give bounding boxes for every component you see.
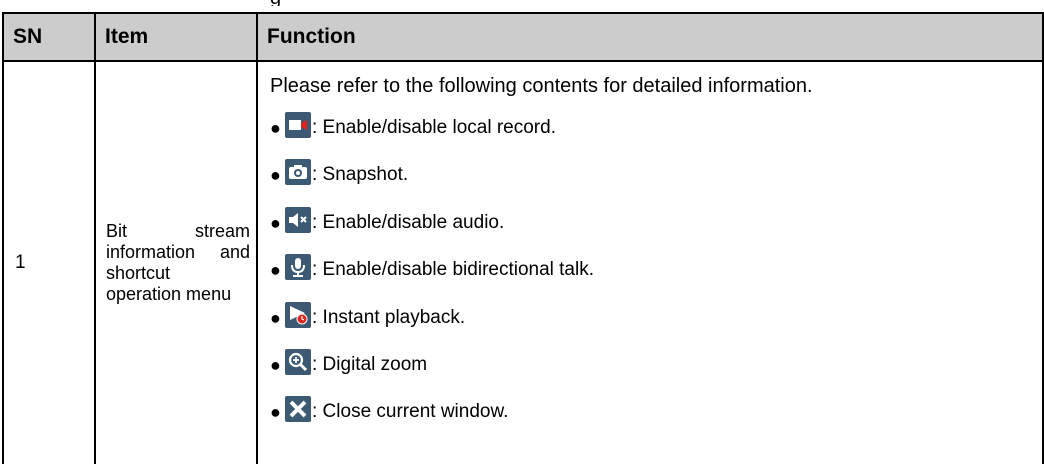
- record-icon: [285, 112, 311, 138]
- bullet: ●: [270, 307, 281, 328]
- microphone-icon: [285, 254, 311, 281]
- bullet: ●: [270, 118, 281, 138]
- bullet: ●: [270, 212, 281, 233]
- instant-playback-icon: [285, 301, 311, 328]
- list-item: ● : Enable/disable audio.: [270, 206, 1042, 236]
- list-item: ● : Enable/disable bidirectional talk.: [270, 254, 1042, 283]
- list-item-label: : Enable/disable audio.: [312, 211, 505, 233]
- list-item: ● : Instant playback.: [270, 301, 1042, 331]
- digital-zoom-icon: [285, 348, 311, 375]
- item-text: Bit stream information and shortcut oper…: [106, 221, 250, 304]
- list-item: ● : Snapshot.: [270, 159, 1042, 188]
- cut-off-text: g: [270, 0, 281, 6]
- header-sn: SN: [2, 12, 96, 62]
- table-row: 1 Bit stream information and shortcut op…: [2, 60, 1044, 464]
- list-item-label: : Enable/disable bidirectional talk.: [312, 259, 595, 281]
- list-item-label: : Digital zoom: [312, 353, 428, 375]
- list-item-label: : Close current window.: [312, 401, 509, 423]
- list-item-label: : Snapshot.: [312, 164, 409, 186]
- cut-off-text-fragment: g: [270, 0, 300, 6]
- list-item: ● : Close current window.: [270, 396, 1042, 425]
- bullet: ●: [270, 354, 281, 375]
- header-item: Item: [94, 12, 258, 62]
- sn-cell: 1: [2, 60, 96, 464]
- list-item: ● : Digital zoom: [270, 348, 1042, 378]
- bullet: ●: [270, 165, 281, 186]
- bullet: ●: [270, 260, 281, 281]
- function-cell: Please refer to the following contents f…: [256, 60, 1044, 464]
- function-list: ● : Enable/disable local record. ●: Sna…: [270, 112, 1042, 425]
- list-item-label: : Instant playback.: [312, 306, 466, 328]
- close-window-icon: [285, 396, 311, 423]
- list-item: ● : Enable/disable local record.: [270, 112, 1042, 141]
- function-table: SN Item Function 1 Bit stream informatio…: [2, 12, 1044, 464]
- list-item-label: : Enable/disable local record.: [312, 117, 556, 138]
- snapshot-icon: [285, 159, 311, 186]
- audio-icon: [285, 206, 311, 233]
- function-intro: Please refer to the following contents f…: [270, 75, 813, 97]
- bullet: ●: [270, 402, 281, 423]
- table-header-row: SN Item Function: [2, 12, 1044, 62]
- header-function: Function: [256, 12, 1044, 62]
- item-cell: Bit stream information and shortcut oper…: [94, 60, 258, 464]
